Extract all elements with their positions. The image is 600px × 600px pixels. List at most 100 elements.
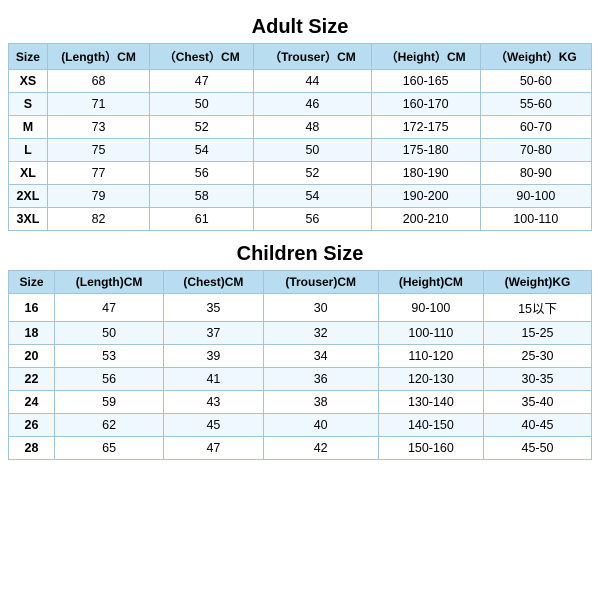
table-cell: 39 (164, 345, 263, 368)
table-cell: 100-110 (480, 208, 591, 231)
table-cell: 46 (254, 93, 371, 116)
table-cell: 26 (9, 414, 55, 437)
table-cell: 180-190 (371, 162, 480, 185)
table-row: 18503732100-11015-25 (9, 322, 592, 345)
table-cell: 22 (9, 368, 55, 391)
table-cell: 2XL (9, 185, 48, 208)
table-cell: 56 (254, 208, 371, 231)
table-cell: 32 (263, 322, 378, 345)
table-cell: 20 (9, 345, 55, 368)
table-row: 28654742150-16045-50 (9, 437, 592, 460)
adult-header-cell: （Chest）CM (150, 44, 254, 70)
table-cell: 47 (164, 437, 263, 460)
table-cell: 200-210 (371, 208, 480, 231)
table-cell: 38 (263, 391, 378, 414)
table-cell: 172-175 (371, 116, 480, 139)
table-row: S715046160-17055-60 (9, 93, 592, 116)
table-cell: 82 (47, 208, 149, 231)
table-cell: 77 (47, 162, 149, 185)
table-row: 1647353090-10015以下 (9, 294, 592, 322)
table-cell: XL (9, 162, 48, 185)
table-cell: 68 (47, 70, 149, 93)
table-cell: 36 (263, 368, 378, 391)
table-cell: 62 (54, 414, 163, 437)
table-cell: 48 (254, 116, 371, 139)
table-cell: 55-60 (480, 93, 591, 116)
table-cell: 30 (263, 294, 378, 322)
table-cell: 28 (9, 437, 55, 460)
table-cell: 175-180 (371, 139, 480, 162)
children-header-cell: (Trouser)CM (263, 271, 378, 294)
table-cell: XS (9, 70, 48, 93)
table-cell: 160-170 (371, 93, 480, 116)
table-cell: 56 (150, 162, 254, 185)
table-row: 3XL826156200-210100-110 (9, 208, 592, 231)
table-cell: 50-60 (480, 70, 591, 93)
table-cell: 59 (54, 391, 163, 414)
table-cell: 60-70 (480, 116, 591, 139)
table-cell: 52 (150, 116, 254, 139)
table-cell: 58 (150, 185, 254, 208)
children-header-cell: Size (9, 271, 55, 294)
table-cell: 41 (164, 368, 263, 391)
table-cell: 35-40 (484, 391, 592, 414)
adult-header-cell: （Trouser）CM (254, 44, 371, 70)
table-cell: 40 (263, 414, 378, 437)
table-cell: 50 (150, 93, 254, 116)
table-row: 22564136120-13030-35 (9, 368, 592, 391)
table-cell: 16 (9, 294, 55, 322)
adult-header-cell: (Length）CM (47, 44, 149, 70)
children-section-title: Children Size (8, 243, 592, 266)
table-cell: 160-165 (371, 70, 480, 93)
table-cell: 65 (54, 437, 163, 460)
adult-size-table: Size(Length）CM（Chest）CM（Trouser）CM（Heigh… (8, 43, 592, 231)
table-cell: 54 (150, 139, 254, 162)
table-cell: 50 (54, 322, 163, 345)
table-cell: 25-30 (484, 345, 592, 368)
table-cell: 35 (164, 294, 263, 322)
table-cell: 79 (47, 185, 149, 208)
table-cell: 130-140 (378, 391, 483, 414)
table-cell: 120-130 (378, 368, 483, 391)
table-cell: 53 (54, 345, 163, 368)
table-cell: 42 (263, 437, 378, 460)
table-cell: 52 (254, 162, 371, 185)
table-cell: 71 (47, 93, 149, 116)
table-cell: 90-100 (378, 294, 483, 322)
children-header-cell: (Height)CM (378, 271, 483, 294)
table-cell: 30-35 (484, 368, 592, 391)
table-cell: 56 (54, 368, 163, 391)
table-cell: 47 (150, 70, 254, 93)
table-cell: 90-100 (480, 185, 591, 208)
table-cell: 24 (9, 391, 55, 414)
table-cell: 140-150 (378, 414, 483, 437)
table-cell: 37 (164, 322, 263, 345)
children-header-cell: (Length)CM (54, 271, 163, 294)
adult-header-cell: （Weight）KG (480, 44, 591, 70)
table-row: 26624540140-15040-45 (9, 414, 592, 437)
children-header-cell: (Chest)CM (164, 271, 263, 294)
table-row: L755450175-18070-80 (9, 139, 592, 162)
adult-section-title: Adult Size (252, 16, 349, 39)
table-cell: 75 (47, 139, 149, 162)
table-cell: 70-80 (480, 139, 591, 162)
table-cell: 44 (254, 70, 371, 93)
table-row: M735248172-17560-70 (9, 116, 592, 139)
table-cell: 3XL (9, 208, 48, 231)
table-row: XS684744160-16550-60 (9, 70, 592, 93)
table-cell: 190-200 (371, 185, 480, 208)
table-row: XL775652180-19080-90 (9, 162, 592, 185)
table-cell: 45-50 (484, 437, 592, 460)
table-cell: L (9, 139, 48, 162)
table-cell: 80-90 (480, 162, 591, 185)
table-cell: 54 (254, 185, 371, 208)
table-cell: 61 (150, 208, 254, 231)
table-cell: 110-120 (378, 345, 483, 368)
table-cell: S (9, 93, 48, 116)
adult-header-cell: （Height）CM (371, 44, 480, 70)
children-size-table: Size(Length)CM(Chest)CM(Trouser)CM(Heigh… (8, 270, 592, 460)
table-cell: 15-25 (484, 322, 592, 345)
table-cell: 73 (47, 116, 149, 139)
table-cell: 34 (263, 345, 378, 368)
table-cell: 50 (254, 139, 371, 162)
